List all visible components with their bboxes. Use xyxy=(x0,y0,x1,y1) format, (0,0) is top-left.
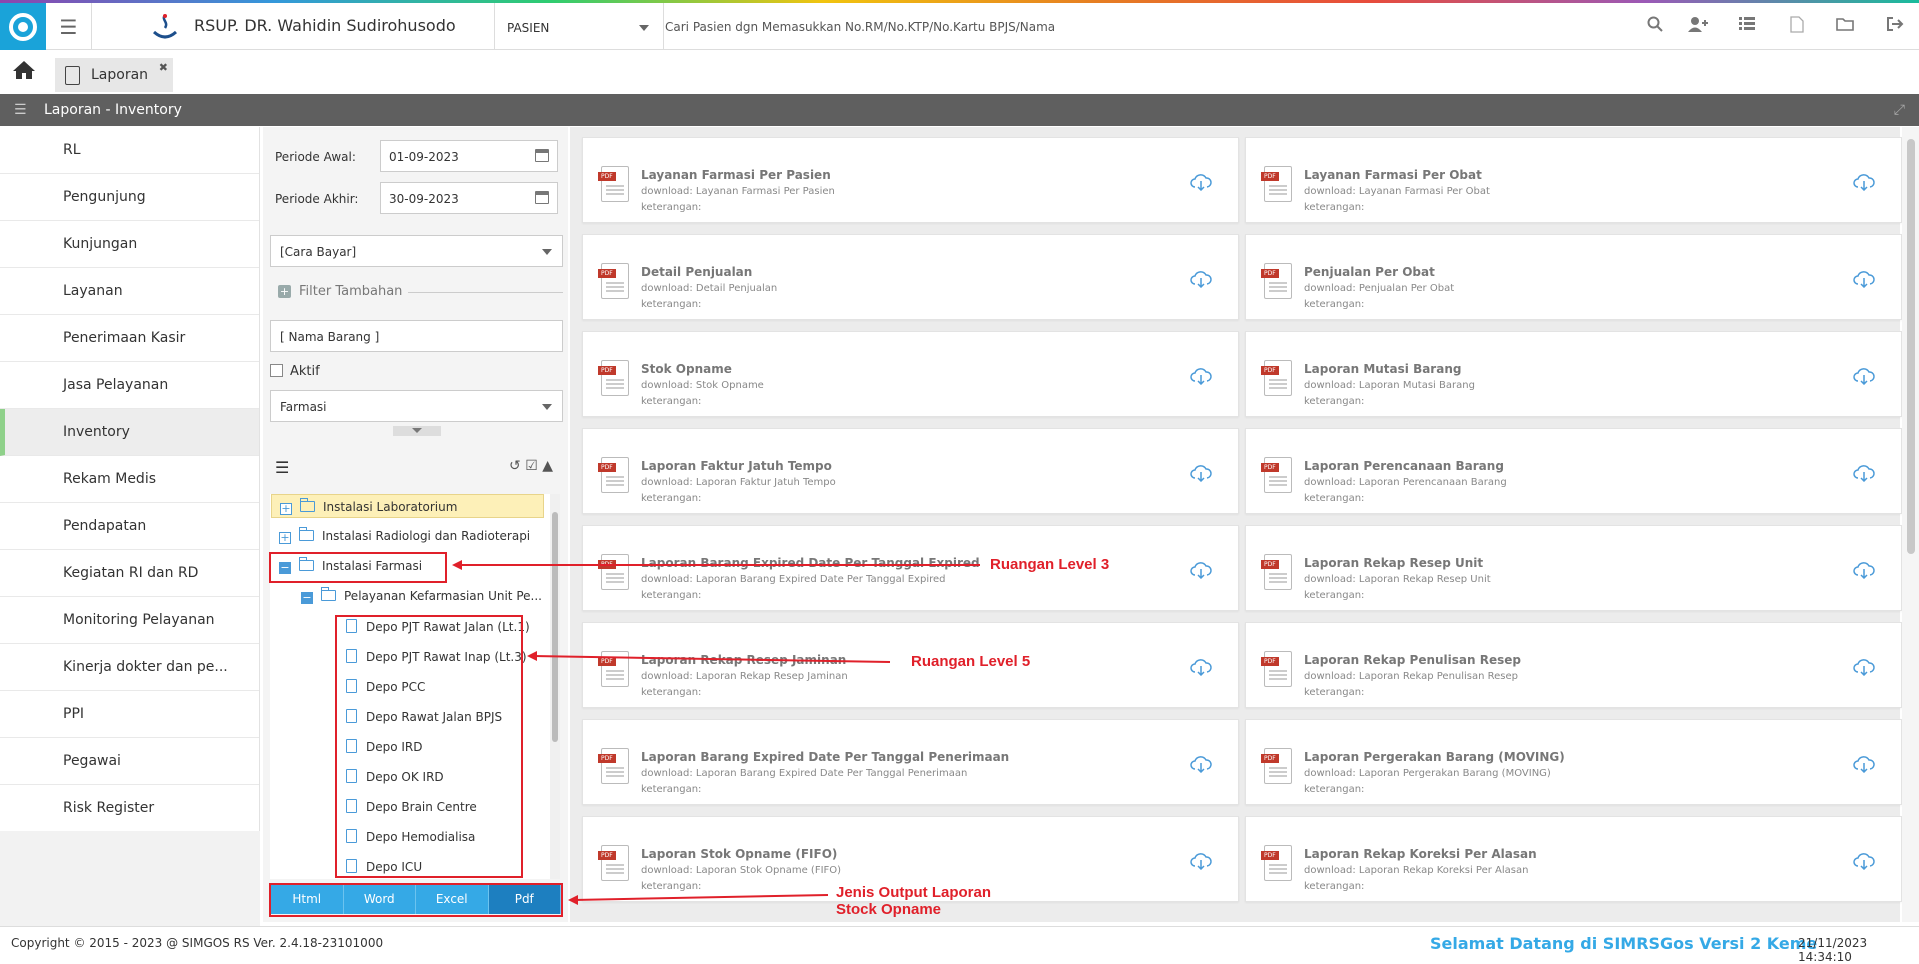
annotation-output-2: Stock Opname xyxy=(836,901,942,918)
annotation-level3: Ruangan Level 3 xyxy=(990,556,1110,573)
annotation-output-1: Jenis Output Laporan xyxy=(836,884,992,901)
annotation-arrows xyxy=(452,560,980,905)
annotation-level5: Ruangan Level 5 xyxy=(911,653,1031,670)
